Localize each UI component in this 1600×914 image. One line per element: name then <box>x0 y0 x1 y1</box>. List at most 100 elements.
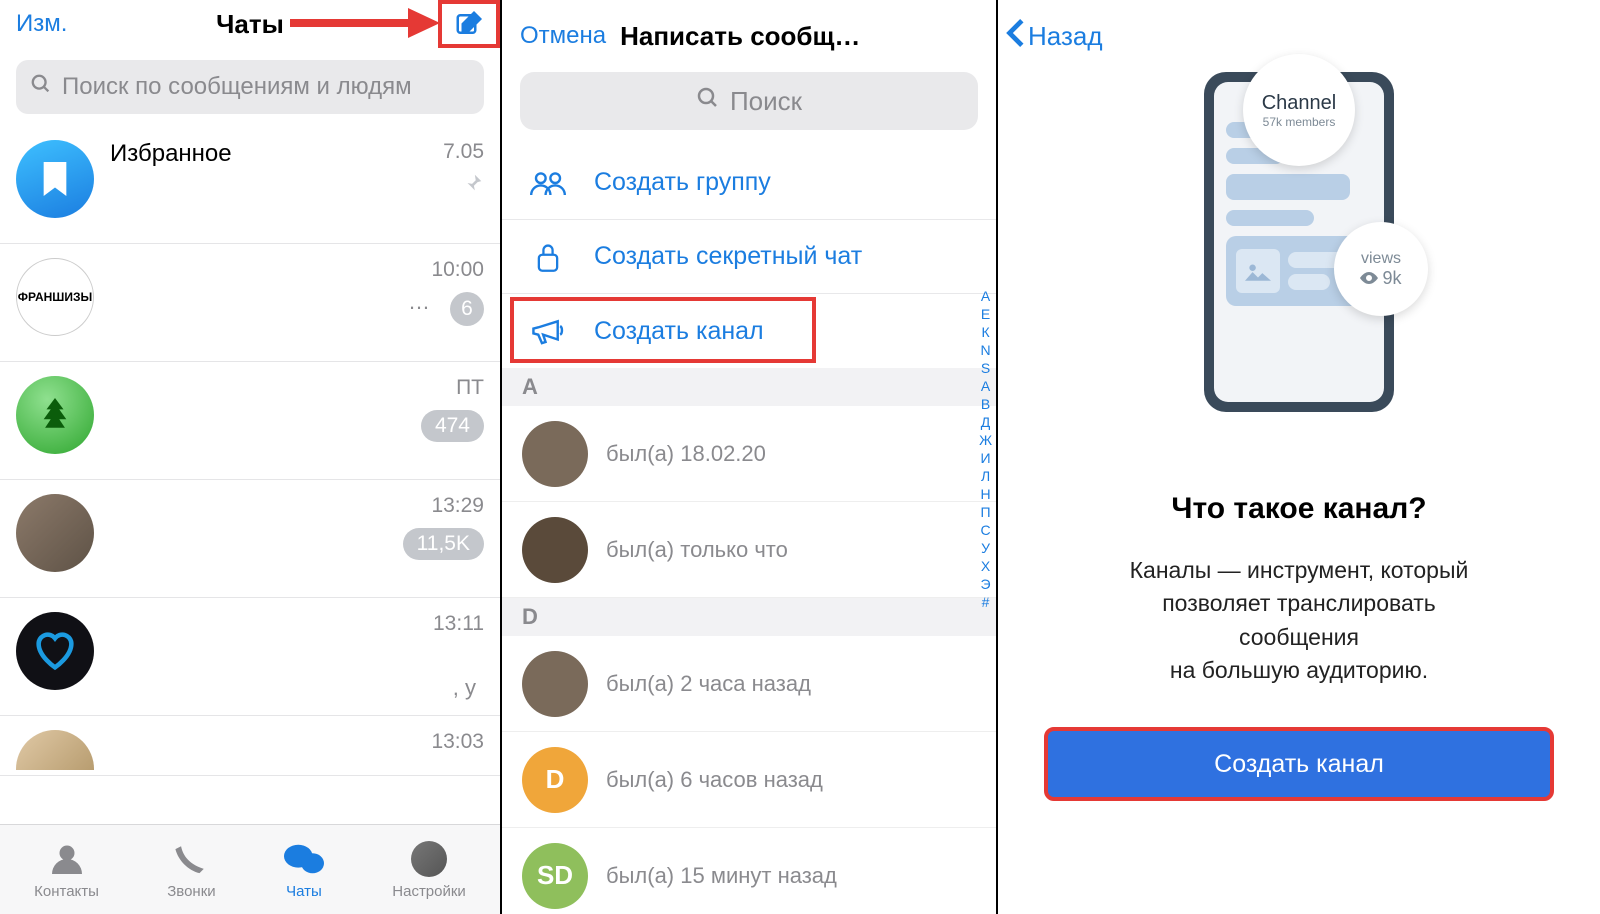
chat-row-saved[interactable]: Избранное 7.05 <box>0 126 500 244</box>
chat-time: 10:00 <box>431 258 484 282</box>
chat-time: 7.05 <box>443 140 484 164</box>
tab-label: Контакты <box>34 883 99 900</box>
action-label: Создать канал <box>594 317 764 346</box>
msg-fragment: , у <box>453 675 476 701</box>
avatar: SD <box>522 843 588 909</box>
unread-badge: 6 <box>450 292 484 326</box>
chat-row[interactable]: ФРАНШИЗЫ 10:00 6 … <box>0 244 500 362</box>
avatar: D <box>522 747 588 813</box>
contact-status: был(а) 15 минут назад <box>606 863 837 889</box>
chat-time: ПТ <box>421 376 484 400</box>
index-letter[interactable]: Ж <box>979 432 992 448</box>
action-label: Создать группу <box>594 168 771 197</box>
back-label: Назад <box>1028 21 1103 52</box>
cancel-button[interactable]: Отмена <box>520 22 606 50</box>
index-letter[interactable]: А <box>981 288 990 304</box>
section-header: D <box>502 598 996 636</box>
settings-icon <box>409 839 449 879</box>
index-letter[interactable]: А <box>981 378 990 394</box>
index-letter[interactable]: # <box>982 594 990 610</box>
index-letter[interactable]: Е <box>981 306 990 322</box>
msg-fragment: … <box>408 289 430 315</box>
new-message-header: Отмена Написать сообщ… <box>502 0 996 72</box>
edit-button[interactable]: Изм. <box>16 10 67 38</box>
chats-title: Чаты <box>216 9 284 40</box>
avatar <box>522 517 588 583</box>
index-letter[interactable]: С <box>980 522 990 538</box>
contact-row[interactable]: был(а) только что <box>502 502 996 598</box>
chat-row[interactable]: 13:03 <box>0 716 500 776</box>
chat-row[interactable]: 13:11 , у <box>0 598 500 716</box>
search-icon <box>30 73 52 102</box>
arrow-annotation <box>290 6 440 40</box>
compose-button[interactable] <box>438 0 500 48</box>
search-placeholder: Поиск <box>730 86 802 117</box>
tab-bar: Контакты Звонки Чаты Настройки <box>0 824 500 914</box>
avatar <box>522 651 588 717</box>
unread-badge: 11,5K <box>403 528 484 560</box>
index-letter[interactable]: Д <box>981 414 990 430</box>
action-label: Создать секретный чат <box>594 242 862 271</box>
avatar <box>522 421 588 487</box>
new-message-screen: Отмена Написать сообщ… Поиск Создать гру… <box>502 0 998 914</box>
create-group-button[interactable]: Создать группу <box>502 146 996 220</box>
compose-icon <box>454 9 484 39</box>
index-letter[interactable]: К <box>981 324 989 340</box>
alphabet-index[interactable]: АЕКNSАВДЖИЛНПСУХЭ# <box>979 288 992 610</box>
avatar <box>16 494 94 572</box>
index-letter[interactable]: Х <box>981 558 990 574</box>
index-letter[interactable]: Л <box>981 468 990 484</box>
tab-chats[interactable]: Чаты <box>284 839 324 900</box>
chat-row[interactable]: ПТ 474 <box>0 362 500 480</box>
chats-icon <box>284 839 324 879</box>
index-letter[interactable]: П <box>981 504 991 520</box>
bubble-subtitle: 57k members <box>1263 115 1336 129</box>
pin-icon <box>462 172 484 200</box>
create-channel-button[interactable]: Создать канал <box>502 294 996 368</box>
create-secret-chat-button[interactable]: Создать секретный чат <box>502 220 996 294</box>
index-letter[interactable]: N <box>980 342 990 358</box>
contact-row[interactable]: был(а) 2 часа назад <box>502 636 996 732</box>
search-placeholder: Поиск по сообщениям и людям <box>62 73 412 101</box>
chat-time: 13:03 <box>431 730 484 754</box>
channel-heading: Что такое канал? <box>998 492 1600 526</box>
contact-status: был(а) только что <box>606 537 788 563</box>
chat-name: Избранное <box>110 140 484 168</box>
index-letter[interactable]: У <box>981 540 990 556</box>
contact-row[interactable]: SD был(а) 15 минут назад <box>502 828 996 914</box>
lock-icon <box>528 241 568 273</box>
chat-row[interactable]: 13:29 11,5K <box>0 480 500 598</box>
views-bubble: views 9k <box>1334 222 1428 316</box>
new-message-title: Написать сообщ… <box>620 21 860 52</box>
chats-screen: Изм. Чаты Поиск по сообщениям и людям <box>0 0 502 914</box>
index-letter[interactable]: И <box>981 450 991 466</box>
contacts-icon <box>47 839 87 879</box>
index-letter[interactable]: Э <box>981 576 991 592</box>
chevron-left-icon <box>1004 18 1026 55</box>
channel-illustration: Channel 57k members views 9k <box>998 72 1600 412</box>
index-letter[interactable]: Н <box>980 486 990 502</box>
unread-badge: 474 <box>421 410 484 442</box>
search-input[interactable]: Поиск по сообщениям и людям <box>16 60 484 114</box>
chats-header: Изм. Чаты <box>0 0 500 48</box>
tab-calls[interactable]: Звонки <box>167 839 215 900</box>
group-icon <box>528 169 568 197</box>
contact-row[interactable]: был(а) 18.02.20 <box>502 406 996 502</box>
chat-time: 13:29 <box>403 494 484 518</box>
tab-contacts[interactable]: Контакты <box>34 839 99 900</box>
section-header: A <box>502 368 996 406</box>
tab-settings[interactable]: Настройки <box>392 839 466 900</box>
search-icon <box>696 86 720 117</box>
bubble-title: Channel <box>1262 92 1337 115</box>
chat-list: Избранное 7.05 ФРАНШИЗЫ 10:00 6 … <box>0 126 500 776</box>
avatar <box>16 376 94 454</box>
back-button[interactable]: Назад <box>1004 18 1103 55</box>
search-input[interactable]: Поиск <box>520 72 978 130</box>
index-letter[interactable]: В <box>981 396 990 412</box>
index-letter[interactable]: S <box>981 360 990 376</box>
contact-status: был(а) 18.02.20 <box>606 441 766 467</box>
contact-row[interactable]: Dбыл(а) 6 часов назад <box>502 732 996 828</box>
create-channel-button[interactable]: Создать канал <box>1044 727 1554 801</box>
channel-bubble: Channel 57k members <box>1243 54 1355 166</box>
calls-icon <box>171 839 211 879</box>
